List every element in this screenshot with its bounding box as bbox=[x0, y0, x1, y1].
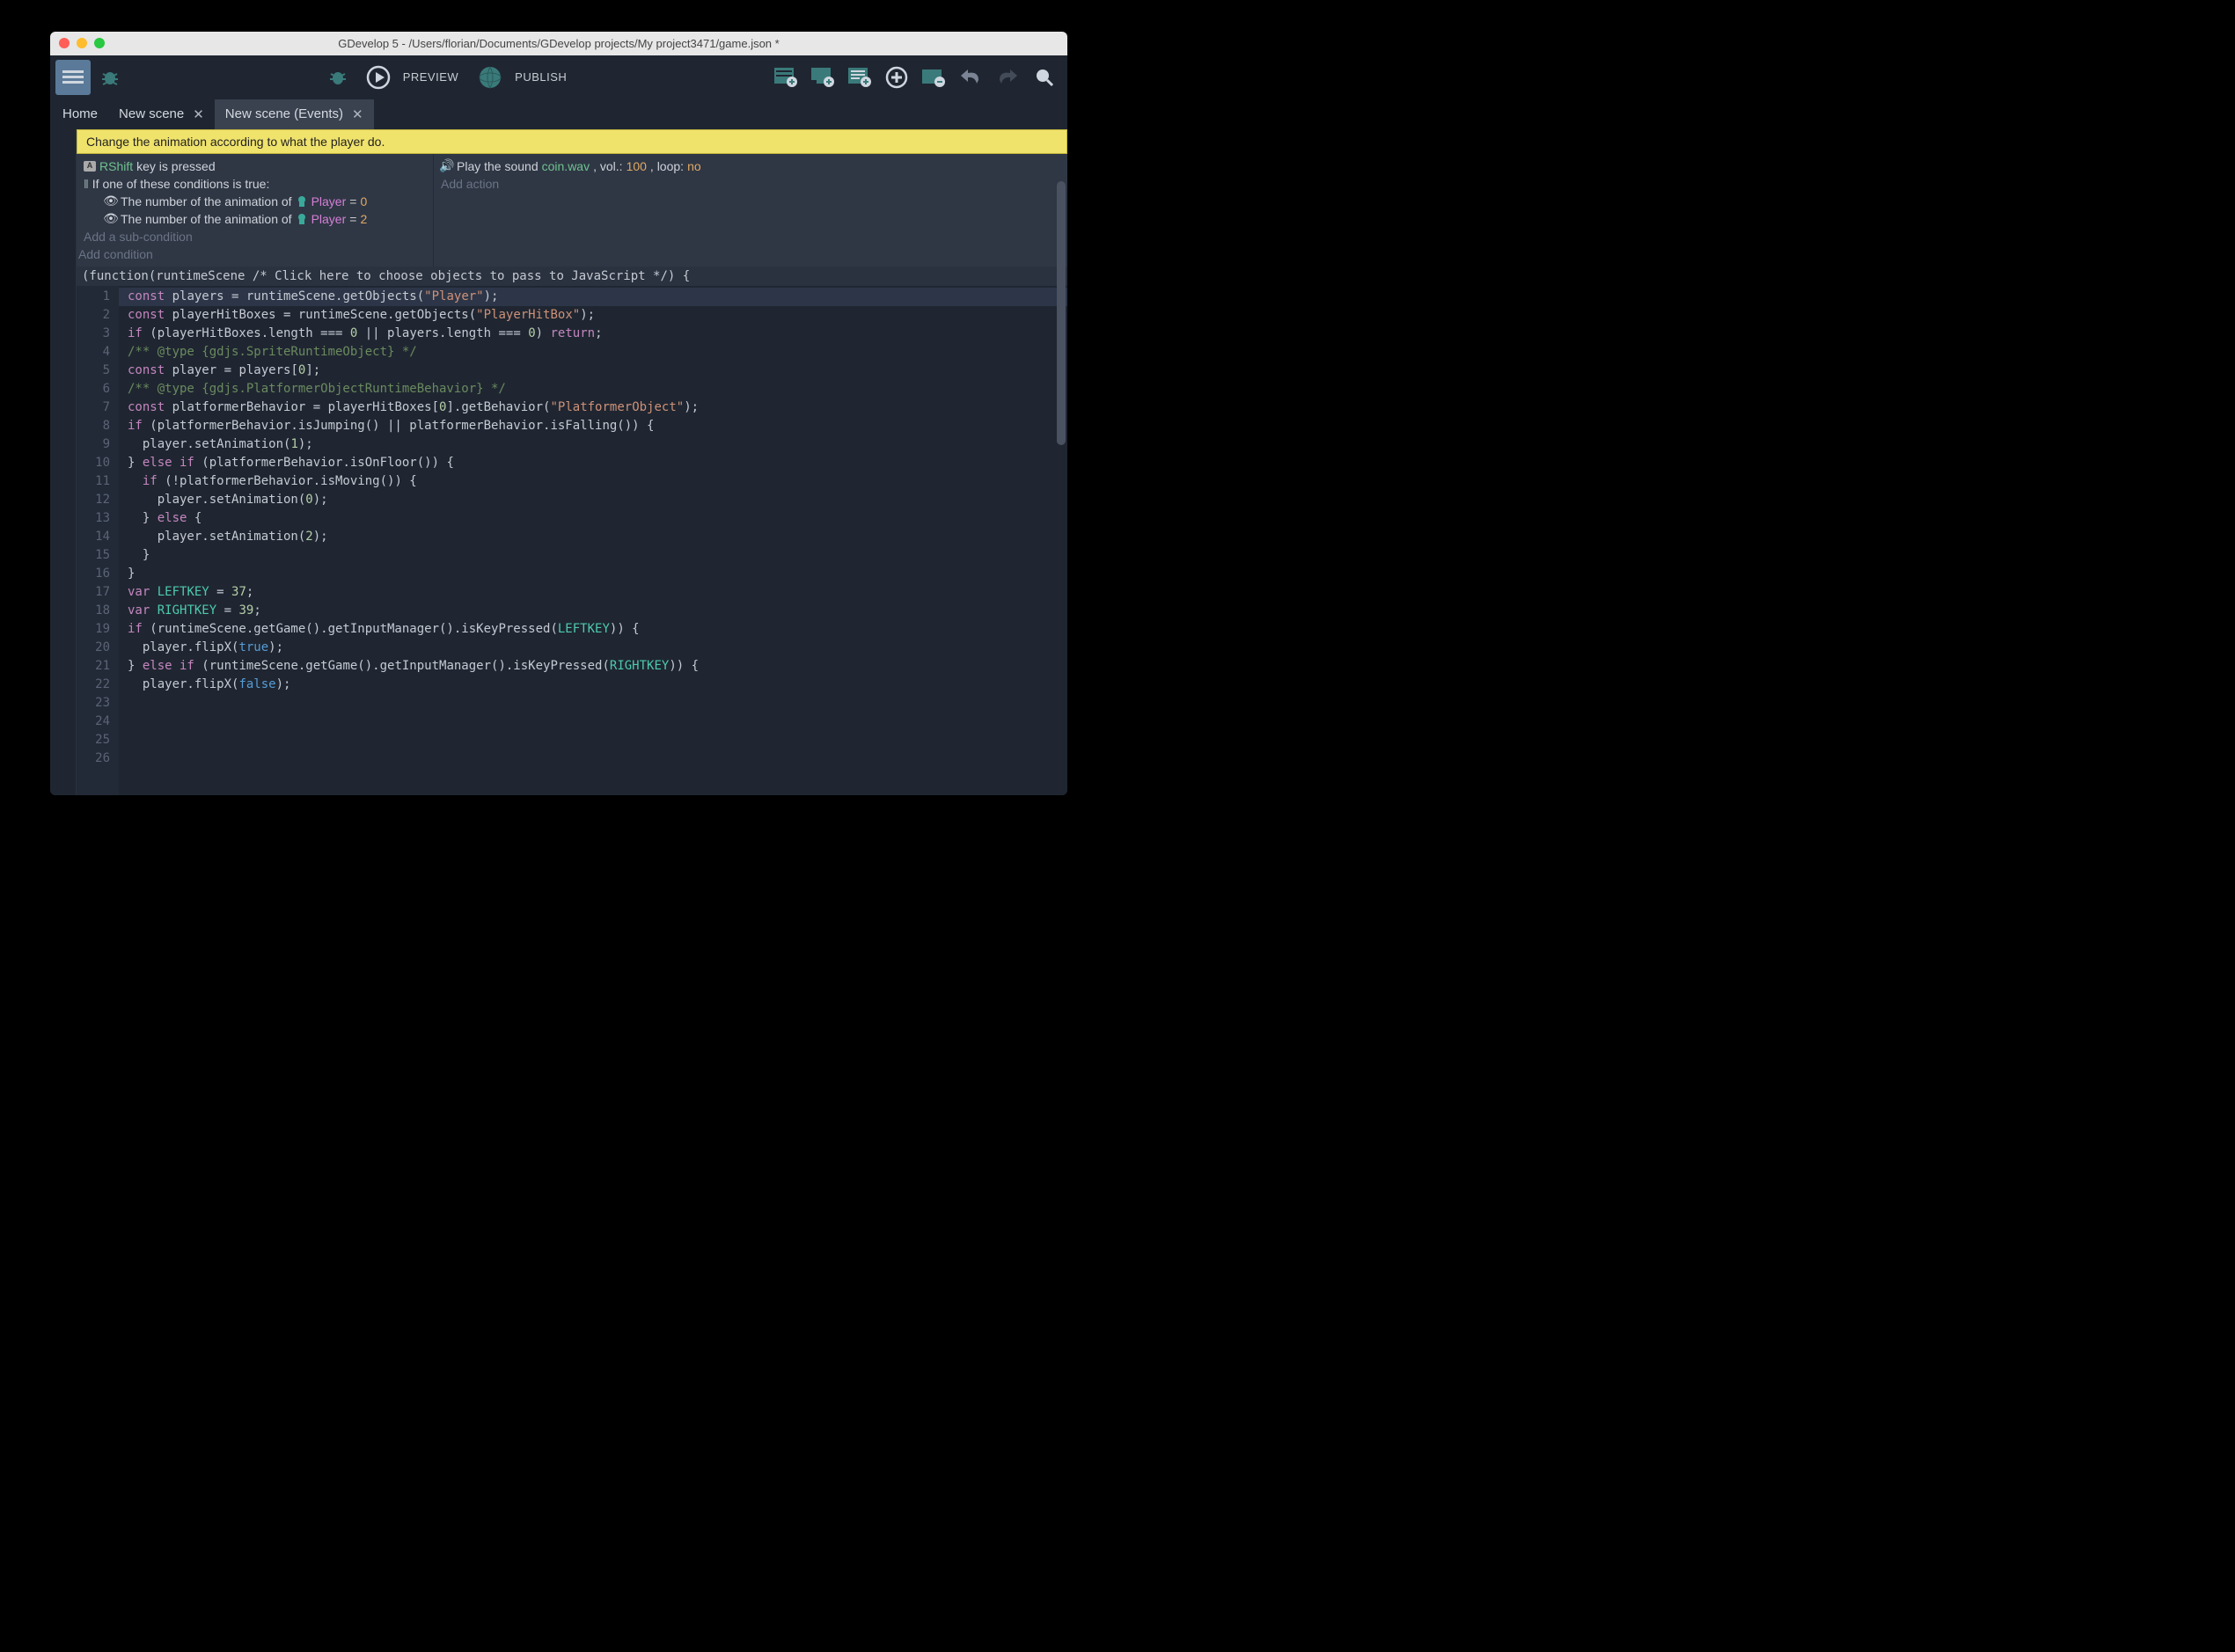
object-icon bbox=[296, 213, 308, 225]
delete-event-button[interactable] bbox=[916, 60, 951, 95]
equals: = bbox=[349, 212, 356, 226]
value: 0 bbox=[360, 194, 367, 208]
undo-button[interactable] bbox=[953, 60, 988, 95]
close-icon[interactable]: ✕ bbox=[193, 106, 204, 122]
code-content[interactable]: const players = runtimeScene.getObjects(… bbox=[119, 286, 1067, 795]
sound-file: coin.wav bbox=[542, 159, 590, 173]
vertical-scrollbar[interactable] bbox=[1057, 181, 1066, 445]
debug-preview-icon[interactable] bbox=[320, 60, 355, 95]
tab-label: Home bbox=[62, 106, 98, 121]
add-subevent-button[interactable] bbox=[805, 60, 840, 95]
eye-icon: 👁 bbox=[105, 195, 117, 208]
keyboard-icon: A bbox=[84, 161, 96, 172]
sound-icon: 🔊 bbox=[441, 160, 453, 172]
events-main: Change the animation according to what t… bbox=[77, 129, 1067, 795]
eye-icon: 👁 bbox=[105, 213, 117, 225]
close-window-button[interactable] bbox=[59, 38, 70, 48]
debugger-icon[interactable] bbox=[92, 60, 128, 95]
event-gutter bbox=[50, 129, 77, 795]
add-special-event-button[interactable] bbox=[879, 60, 914, 95]
condition-text: If one of these conditions is true: bbox=[92, 177, 270, 191]
js-function-header[interactable]: (function(runtimeScene /* Click here to … bbox=[77, 267, 1067, 286]
project-panel-button[interactable] bbox=[55, 60, 91, 95]
loop-value: no bbox=[687, 159, 701, 173]
object-name: Player bbox=[311, 194, 347, 208]
tab-new-scene[interactable]: New scene ✕ bbox=[108, 99, 215, 129]
code-editor[interactable]: 1234567891011121314151617181920212223242… bbox=[77, 286, 1067, 795]
conditions-column[interactable]: A RShift key is pressed ‖ If one of thes… bbox=[77, 154, 434, 267]
add-action-link[interactable]: Add action bbox=[441, 175, 1060, 193]
condition-text: key is pressed bbox=[136, 159, 215, 173]
add-sub-condition-link[interactable]: Add a sub-condition bbox=[84, 228, 433, 245]
action-text: Play the sound bbox=[457, 159, 539, 173]
object-icon bbox=[296, 195, 308, 208]
or-icon: ‖ bbox=[84, 177, 89, 191]
event-row: A RShift key is pressed ‖ If one of thes… bbox=[77, 154, 1067, 267]
toolbar: PREVIEW PUBLISH bbox=[50, 55, 1067, 99]
minimize-window-button[interactable] bbox=[77, 38, 87, 48]
object-name: Player bbox=[311, 212, 347, 226]
actions-column[interactable]: 🔊 Play the sound coin.wav, vol.: 100, lo… bbox=[434, 154, 1067, 267]
tab-label: New scene (Events) bbox=[225, 106, 343, 121]
add-comment-button[interactable] bbox=[842, 60, 877, 95]
search-button[interactable] bbox=[1027, 60, 1062, 95]
close-icon[interactable]: ✕ bbox=[352, 106, 363, 122]
value: 2 bbox=[360, 212, 367, 226]
key-name: RShift bbox=[99, 159, 133, 173]
tab-label: New scene bbox=[119, 106, 184, 121]
maximize-window-button[interactable] bbox=[94, 38, 105, 48]
publish-button[interactable] bbox=[473, 60, 508, 95]
add-event-button[interactable] bbox=[768, 60, 803, 95]
traffic-lights bbox=[59, 38, 105, 48]
tab-bar: Home New scene ✕ New scene (Events) ✕ bbox=[50, 99, 1067, 129]
publish-label: PUBLISH bbox=[515, 70, 567, 84]
window-title: GDevelop 5 - /Users/florian/Documents/GD… bbox=[50, 37, 1067, 50]
add-condition-link[interactable]: Add condition bbox=[78, 245, 433, 263]
condition-text: The number of the animation of bbox=[121, 194, 292, 208]
titlebar: GDevelop 5 - /Users/florian/Documents/GD… bbox=[50, 32, 1067, 55]
preview-button[interactable] bbox=[361, 60, 396, 95]
tab-home[interactable]: Home bbox=[52, 99, 108, 129]
action-text: , loop: bbox=[650, 159, 684, 173]
tab-new-scene-events[interactable]: New scene (Events) ✕ bbox=[215, 99, 374, 129]
equals: = bbox=[349, 194, 356, 208]
redo-button[interactable] bbox=[990, 60, 1025, 95]
condition-text: The number of the animation of bbox=[121, 212, 292, 226]
app-window: GDevelop 5 - /Users/florian/Documents/GD… bbox=[50, 32, 1067, 795]
event-comment[interactable]: Change the animation according to what t… bbox=[77, 129, 1067, 154]
volume-value: 100 bbox=[627, 159, 647, 173]
action-text: , vol.: bbox=[593, 159, 622, 173]
preview-label: PREVIEW bbox=[403, 70, 458, 84]
content-area: Change the animation according to what t… bbox=[50, 129, 1067, 795]
line-numbers: 1234567891011121314151617181920212223242… bbox=[77, 286, 119, 795]
